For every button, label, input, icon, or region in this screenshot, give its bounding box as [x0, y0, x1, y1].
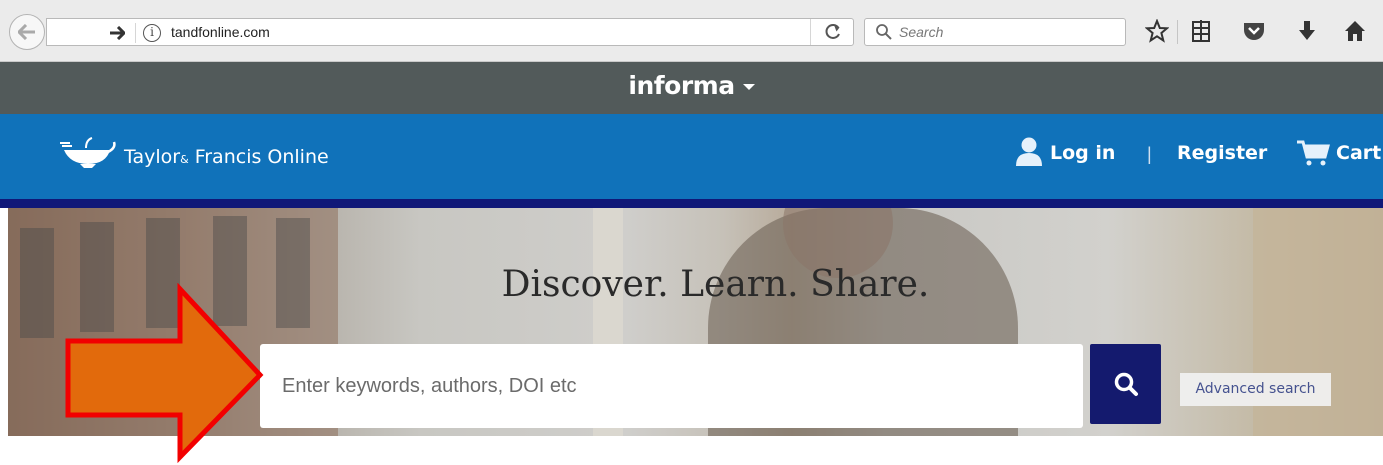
login-link[interactable]: Log in — [1050, 142, 1115, 164]
logo-amp: & — [180, 153, 189, 166]
site-header: Taylor& Francis Online Log in | Register… — [0, 114, 1383, 201]
download-icon[interactable] — [1292, 16, 1322, 46]
url-text[interactable]: tandfonline.com — [171, 24, 270, 40]
chevron-down-icon — [742, 84, 755, 90]
lamp-logo-icon[interactable] — [58, 136, 118, 170]
browser-search-field[interactable]: Search — [864, 18, 1126, 46]
informa-bar: informa — [0, 62, 1383, 114]
reading-list-icon[interactable] — [1186, 16, 1216, 46]
forward-arrow-icon — [110, 26, 125, 40]
reload-icon — [825, 23, 840, 39]
register-link[interactable]: Register — [1177, 142, 1267, 164]
search-icon — [1114, 372, 1138, 396]
header-border — [0, 199, 1383, 208]
site-logo-text[interactable]: Taylor& Francis Online — [124, 146, 329, 168]
browser-toolbar: i tandfonline.com Search — [0, 0, 1383, 62]
back-button[interactable] — [9, 14, 45, 50]
cart-icon[interactable] — [1296, 139, 1330, 167]
toolbar-separator — [1177, 20, 1178, 44]
nav-divider: | — [1147, 144, 1152, 164]
annotation-arrow-icon — [65, 283, 264, 463]
informa-menu[interactable]: informa — [628, 71, 755, 100]
reload-button[interactable] — [810, 19, 855, 45]
star-icon[interactable] — [1142, 16, 1172, 46]
site-search-button[interactable] — [1090, 344, 1161, 424]
logo-rest: Francis Online — [194, 146, 329, 168]
browser-search-placeholder: Search — [899, 24, 944, 40]
info-icon[interactable]: i — [143, 24, 161, 42]
cart-link[interactable]: Cart — [1336, 142, 1381, 164]
informa-label: informa — [628, 71, 735, 100]
pocket-icon[interactable] — [1239, 16, 1269, 46]
url-separator — [135, 23, 136, 43]
search-icon — [876, 24, 892, 40]
home-icon[interactable] — [1340, 16, 1370, 46]
user-icon[interactable] — [1015, 136, 1043, 166]
advanced-search-link[interactable]: Advanced search — [1180, 373, 1331, 406]
url-bar[interactable]: i tandfonline.com — [46, 18, 854, 46]
forward-button[interactable] — [105, 23, 129, 43]
logo-main: Taylor — [124, 146, 181, 168]
site-search-input[interactable] — [260, 344, 1083, 428]
back-arrow-icon — [18, 24, 35, 40]
